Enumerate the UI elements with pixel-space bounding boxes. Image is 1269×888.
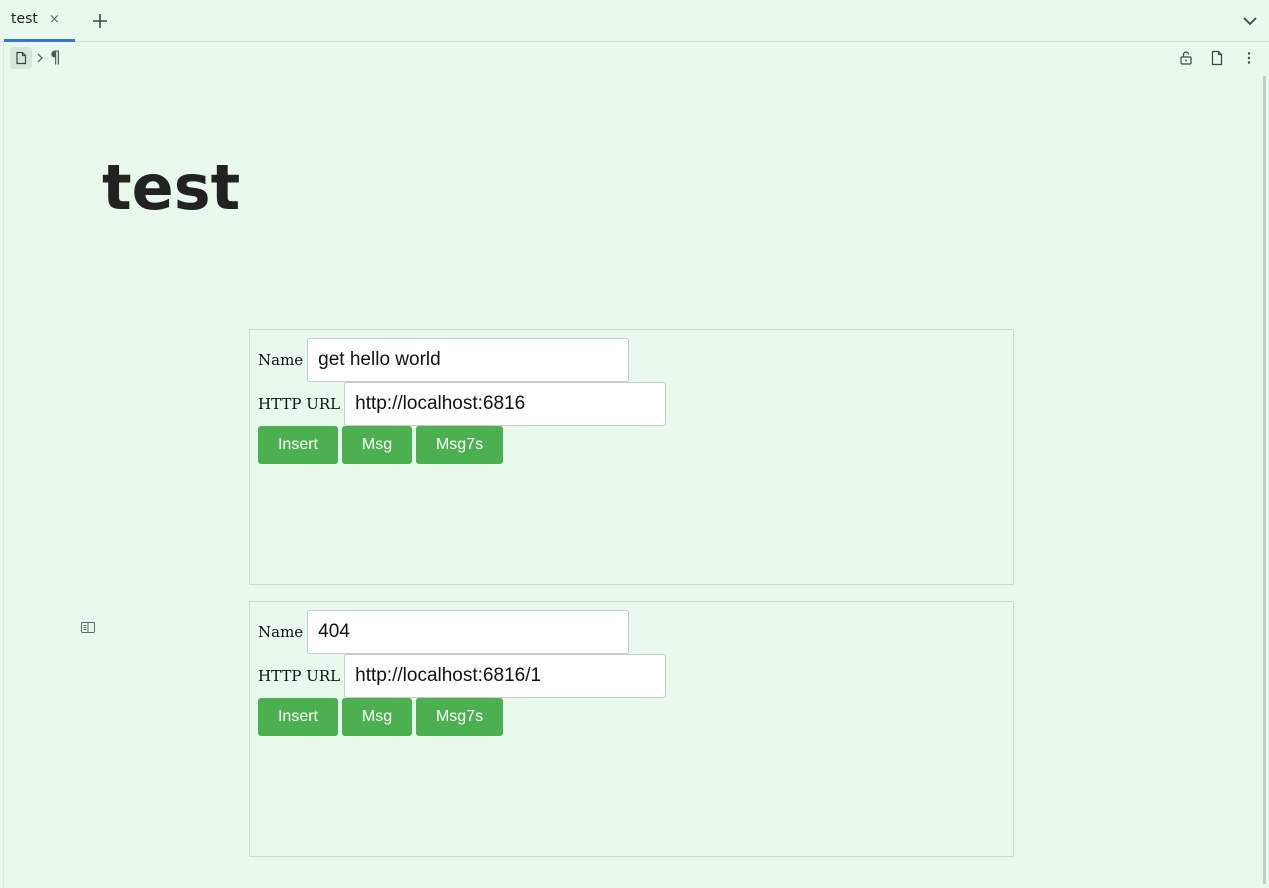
- unlock-icon[interactable]: [1178, 49, 1194, 67]
- insert-button[interactable]: Insert: [258, 426, 338, 464]
- url-row: HTTP URL: [258, 654, 667, 698]
- document-icon[interactable]: [10, 47, 32, 69]
- msg7s-button[interactable]: Msg7s: [416, 426, 503, 464]
- editor-left-border: [3, 42, 4, 888]
- button-row: Insert Msg Msg7s: [258, 426, 503, 464]
- url-input[interactable]: [344, 654, 667, 698]
- close-icon[interactable]: ×: [49, 12, 60, 28]
- button-row: Insert Msg Msg7s: [258, 698, 503, 736]
- plus-icon[interactable]: [90, 11, 110, 31]
- http-widget: Name HTTP URL Insert Msg Msg7s: [249, 329, 1014, 585]
- name-input[interactable]: [307, 610, 630, 654]
- chevron-right-icon: [32, 47, 48, 69]
- more-vertical-icon[interactable]: [1241, 49, 1257, 67]
- breadcrumb: ¶: [10, 46, 61, 70]
- paragraph-icon[interactable]: ¶: [50, 48, 61, 68]
- name-input[interactable]: [307, 338, 630, 382]
- http-widget: Name HTTP URL Insert Msg Msg7s: [249, 601, 1014, 857]
- file-icon[interactable]: [1209, 49, 1225, 67]
- tab-bar: test ×: [0, 0, 1269, 42]
- msg7s-button[interactable]: Msg7s: [416, 698, 503, 736]
- name-label: Name: [258, 623, 304, 641]
- scrollbar[interactable]: [1263, 76, 1266, 884]
- name-row: Name: [258, 610, 630, 654]
- msg-button[interactable]: Msg: [342, 426, 412, 464]
- url-label: HTTP URL: [258, 667, 341, 685]
- chevron-down-icon[interactable]: [1241, 12, 1259, 30]
- msg-button[interactable]: Msg: [342, 698, 412, 736]
- tab-test[interactable]: test ×: [4, 0, 75, 42]
- block-embed-icon[interactable]: [80, 620, 96, 634]
- name-row: Name: [258, 338, 630, 382]
- insert-button[interactable]: Insert: [258, 698, 338, 736]
- tab-label: test: [11, 11, 38, 27]
- page-title[interactable]: test: [102, 148, 240, 228]
- name-label: Name: [258, 351, 304, 369]
- url-input[interactable]: [344, 382, 667, 426]
- url-row: HTTP URL: [258, 382, 667, 426]
- url-label: HTTP URL: [258, 395, 341, 413]
